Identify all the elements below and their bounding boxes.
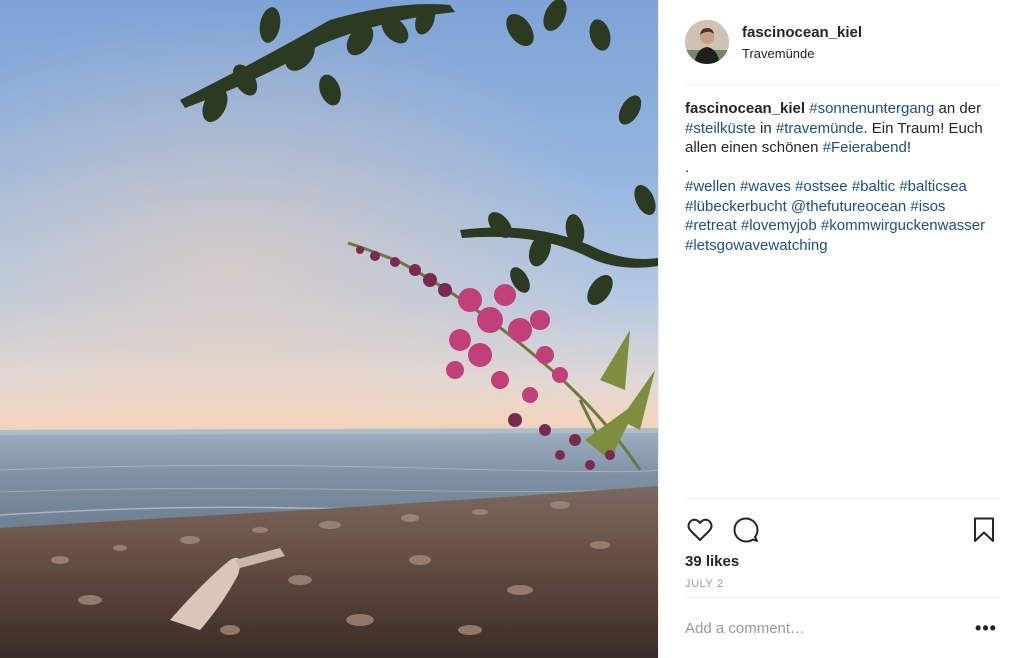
save-button[interactable] bbox=[969, 515, 999, 545]
heart-icon bbox=[687, 518, 713, 541]
hashtag-link[interactable]: #steilküste bbox=[685, 120, 756, 137]
post-caption: fascinocean_kiel #sonnenuntergang an der… bbox=[685, 99, 1001, 255]
author-username[interactable]: fascinocean_kiel bbox=[742, 24, 862, 42]
avatar-image bbox=[685, 20, 729, 64]
more-options-button[interactable]: ••• bbox=[973, 618, 999, 639]
caption-fragment: . bbox=[685, 158, 690, 176]
action-bar bbox=[685, 499, 999, 551]
post-side-panel: fascinocean_kiel Travemünde fascinocean_… bbox=[658, 0, 1024, 658]
like-button[interactable] bbox=[685, 515, 715, 545]
hashtag-link[interactable]: #balticsea bbox=[899, 178, 967, 195]
hashtag-link[interactable]: #waves bbox=[740, 178, 791, 195]
hashtag-link[interactable]: #travemünde bbox=[776, 120, 864, 137]
post-date[interactable]: JULY 2 bbox=[685, 577, 999, 591]
comment-bubble-icon bbox=[733, 517, 759, 543]
instagram-post: fascinocean_kiel Travemünde fascinocean_… bbox=[0, 0, 1024, 658]
sunset-beach-image bbox=[0, 0, 658, 658]
hashtag-link[interactable]: #ostsee bbox=[795, 178, 848, 195]
hashtag-link[interactable]: #kommwirguckenwasser bbox=[821, 217, 985, 234]
hashtag-link[interactable]: #isos bbox=[910, 198, 945, 215]
post-location[interactable]: Travemünde bbox=[742, 46, 862, 62]
post-actions-area: 39 likes JULY 2 bbox=[685, 498, 999, 591]
caption-text: #sonnenuntergang an der #steilküste in #… bbox=[685, 100, 985, 254]
comment-input[interactable] bbox=[685, 619, 973, 637]
post-header: fascinocean_kiel Travemünde bbox=[685, 20, 999, 85]
hashtag-link[interactable]: #letsgowavewatching bbox=[685, 237, 828, 254]
hashtag-link[interactable]: #sonnenuntergang bbox=[809, 100, 934, 117]
likes-count[interactable]: 39 likes bbox=[685, 551, 999, 573]
author-info: fascinocean_kiel Travemünde bbox=[742, 24, 862, 62]
caption-fragment: an der bbox=[934, 100, 982, 117]
comment-bar: ••• bbox=[685, 597, 999, 658]
hashtag-link[interactable]: #lovemyjob bbox=[741, 217, 817, 234]
hashtag-link[interactable]: #baltic bbox=[852, 178, 895, 195]
caption-username[interactable]: fascinocean_kiel bbox=[685, 100, 805, 117]
hashtag-link[interactable]: @thefutureocean bbox=[791, 198, 906, 215]
caption-fragment: in bbox=[755, 119, 776, 137]
hashtag-link[interactable]: #wellen bbox=[685, 178, 736, 195]
hashtag-link[interactable]: #Feierabend bbox=[823, 139, 907, 156]
hashtag-link[interactable]: #retreat bbox=[685, 217, 737, 234]
bookmark-icon bbox=[974, 517, 994, 542]
hashtag-link[interactable]: #lübeckerbucht bbox=[685, 198, 787, 215]
author-avatar[interactable] bbox=[685, 20, 729, 64]
post-photo[interactable] bbox=[0, 0, 658, 658]
comment-button[interactable] bbox=[731, 515, 761, 545]
caption-fragment: ! bbox=[906, 139, 912, 156]
